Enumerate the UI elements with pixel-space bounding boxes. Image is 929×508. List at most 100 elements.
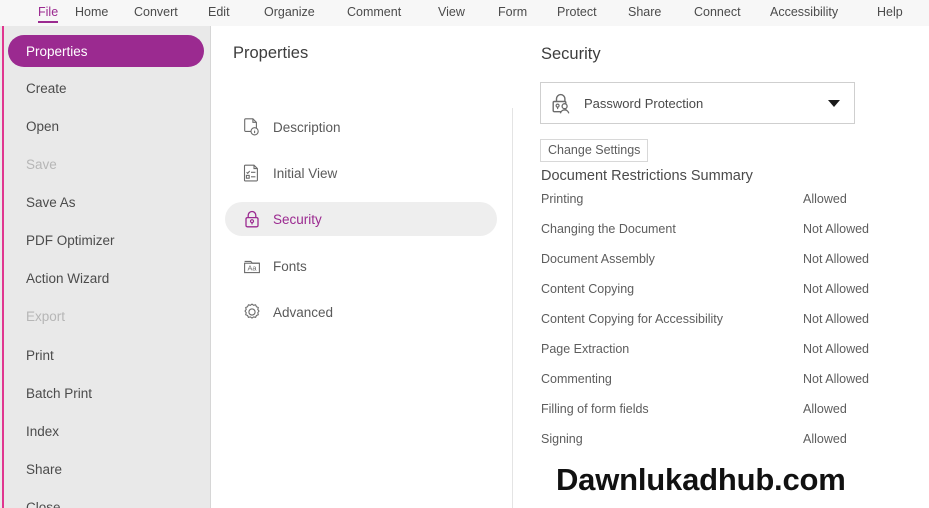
gear-icon [242, 302, 262, 322]
restriction-name: Document Assembly [541, 252, 655, 266]
ribbon-tab-help[interactable]: Help [877, 0, 903, 24]
properties-item-label: Security [273, 211, 322, 227]
properties-item-fonts[interactable]: Aa Fonts [225, 249, 497, 283]
ribbon-tab-label: Help [877, 5, 903, 19]
table-row: Content Copying Not Allowed [541, 282, 901, 312]
ribbon-tab-label: Organize [264, 5, 315, 19]
properties-item-label: Description [273, 119, 341, 135]
ribbon-tab-file[interactable]: File [38, 0, 59, 24]
restriction-status: Not Allowed [803, 372, 870, 386]
ribbon-tab-label: Edit [208, 5, 230, 19]
security-method-dropdown[interactable]: Password Protection [540, 82, 855, 124]
table-row: Printing Allowed [541, 192, 901, 222]
ribbon-tab-label: Comment [347, 5, 402, 19]
restriction-status: Not Allowed [803, 252, 870, 266]
sidebar-item-export: Export [0, 298, 211, 334]
sidebar-item-label: Open [26, 118, 60, 134]
active-tab-underline [38, 21, 59, 23]
sidebar-item-create[interactable]: Create [0, 70, 211, 106]
properties-item-label: Advanced [273, 304, 334, 320]
restriction-status: Allowed [803, 402, 847, 416]
restriction-name: Content Copying [541, 282, 635, 296]
restriction-status: Not Allowed [803, 222, 870, 236]
sidebar-item-share[interactable]: Share [0, 451, 211, 487]
restriction-status: Allowed [803, 192, 847, 206]
sidebar-item-label: Close [26, 499, 61, 508]
sidebar-item-properties[interactable]: Properties [8, 35, 204, 67]
ribbon-tab-label: Form [498, 5, 528, 19]
properties-item-label: Fonts [273, 258, 307, 274]
lock-person-icon [548, 89, 576, 117]
sidebar-item-close[interactable]: Close [0, 489, 211, 508]
sidebar-item-label: Print [26, 347, 54, 363]
svg-text:Aa: Aa [247, 264, 257, 273]
sidebar-item-open[interactable]: Open [0, 108, 211, 144]
sidebar-item-label: Action Wizard [26, 270, 110, 286]
ribbon-tab-home[interactable]: Home [75, 0, 108, 24]
properties-panel-title: Properties [233, 44, 309, 62]
ribbon-tab-label: Protect [557, 5, 597, 19]
restriction-name: Commenting [541, 372, 612, 386]
security-method-value: Password Protection [584, 95, 704, 111]
panel-divider [512, 108, 513, 508]
sidebar-item-print[interactable]: Print [0, 337, 211, 373]
ribbon-tab-label: View [438, 5, 465, 19]
properties-item-initial-view[interactable]: Initial View [225, 156, 497, 190]
sidebar-item-label: Export [26, 308, 66, 324]
table-row: Content Copying for Accessibility Not All… [541, 312, 901, 342]
document-info-icon [242, 117, 262, 137]
document-restrictions-summary-title: Document Restrictions Summary [541, 168, 753, 184]
table-row: Filling of form fields Allowed [541, 402, 901, 432]
security-panel-title: Security [541, 45, 601, 63]
ribbon-tab-label: Connect [694, 5, 741, 19]
table-row: Commenting Not Allowed [541, 372, 901, 402]
sidebar-item-label: Create [26, 80, 67, 96]
ribbon-tab-protect[interactable]: Protect [557, 0, 597, 24]
ribbon-tab-connect[interactable]: Connect [694, 0, 741, 24]
ribbon-tab-view[interactable]: View [438, 0, 465, 24]
restriction-status: Allowed [803, 432, 847, 446]
pdf-editor-window: File Home Convert Edit Organize Comment View Fo… [0, 0, 929, 508]
restriction-name: Content Copying for Accessibility [541, 312, 724, 326]
restriction-status: Not Allowed [803, 312, 870, 326]
sidebar-item-save: Save [0, 146, 211, 182]
properties-item-security[interactable]: Security [225, 202, 497, 236]
ribbon-tab-form[interactable]: Form [498, 0, 527, 24]
sidebar-item-label: Save As [26, 194, 76, 210]
sidebar-item-label: Save [26, 156, 57, 172]
ribbon-tab-label: Share [628, 5, 662, 19]
ribbon-tabbar: File Home Convert Edit Organize Comment View Fo… [0, 0, 929, 26]
ribbon-tab-accessibility[interactable]: Accessibility [770, 0, 838, 24]
properties-item-advanced[interactable]: Advanced [225, 295, 497, 329]
ribbon-tab-convert[interactable]: Convert [134, 0, 178, 24]
sidebar-item-pdf-optimizer[interactable]: PDF Optimizer [0, 222, 211, 258]
sidebar-item-label: Share [26, 461, 63, 477]
sidebar-item-save-as[interactable]: Save As [0, 184, 211, 220]
watermark-text: Dawnlukadhub.com [556, 462, 846, 497]
restriction-status: Not Allowed [803, 282, 870, 296]
table-row: Document Assembly Not Allowed [541, 252, 901, 282]
ribbon-tab-label: Convert [134, 5, 178, 19]
table-row: Signing Allowed [541, 432, 901, 462]
font-folder-icon: Aa [242, 256, 262, 276]
restriction-name: Printing [541, 192, 584, 206]
restriction-name: Filling of form fields [541, 402, 649, 416]
chevron-down-icon [828, 99, 840, 107]
table-row: Page Extraction Not Allowed [541, 342, 901, 372]
restriction-status: Not Allowed [803, 342, 870, 356]
restriction-name: Signing [541, 432, 583, 446]
ribbon-tab-share[interactable]: Share [628, 0, 661, 24]
ribbon-tab-label: File [38, 5, 59, 19]
table-row: Changing the Document Not Allowed [541, 222, 901, 252]
file-menu-sidebar: Properties Create Open Save Save As PDF Optim… [0, 26, 211, 508]
sidebar-item-index[interactable]: Index [0, 413, 211, 449]
change-settings-button[interactable]: Change Settings [540, 139, 649, 162]
ribbon-tab-comment[interactable]: Comment [347, 0, 401, 24]
ribbon-tab-edit[interactable]: Edit [208, 0, 230, 24]
properties-item-description[interactable]: Description [225, 110, 497, 144]
ribbon-tab-label: Home [75, 5, 109, 19]
ribbon-tab-organize[interactable]: Organize [264, 0, 315, 24]
sidebar-item-batch-print[interactable]: Batch Print [0, 375, 211, 411]
sidebar-item-label: Properties [26, 43, 88, 59]
sidebar-item-action-wizard[interactable]: Action Wizard [0, 260, 211, 296]
